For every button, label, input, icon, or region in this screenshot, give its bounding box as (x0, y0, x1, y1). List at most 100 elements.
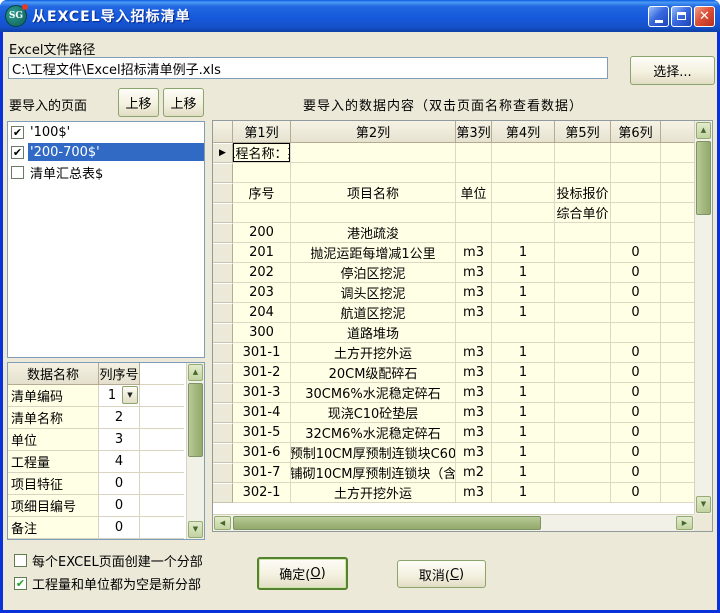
grid-cell[interactable] (555, 443, 611, 463)
mapping-field-name[interactable]: 清单编码 (8, 385, 99, 407)
sheet-name[interactable]: 清单汇总表$ (28, 163, 204, 181)
grid-cell[interactable] (555, 403, 611, 423)
row-selector[interactable] (213, 223, 233, 243)
grid-cell[interactable]: m3 (456, 383, 492, 403)
grid-cell[interactable] (291, 163, 456, 183)
grid-cell[interactable] (492, 203, 555, 223)
checkbox-icon[interactable] (11, 166, 24, 179)
file-path-input[interactable] (8, 57, 608, 79)
grid-cell[interactable] (492, 163, 555, 183)
grid-cell[interactable]: 1 (492, 443, 555, 463)
row-selector[interactable] (213, 383, 233, 403)
grid-cell[interactable]: 土方开挖外运 (291, 483, 456, 503)
grid-cell[interactable]: 1 (492, 463, 555, 483)
grid-cell[interactable]: m3 (456, 363, 492, 383)
grid-header-col6[interactable]: 第6列 (611, 121, 661, 143)
grid-cell[interactable]: 1 (492, 243, 555, 263)
sheet-listbox[interactable]: ✔'100$'✔'200-700$'清单汇总表$ (7, 121, 205, 358)
minimize-button[interactable] (648, 6, 669, 27)
grid-cell[interactable]: 201 (233, 243, 291, 263)
grid-cell[interactable]: 港池疏浚 (291, 223, 456, 243)
grid-cell[interactable] (555, 243, 611, 263)
checkbox-icon[interactable]: ✔ (11, 126, 24, 139)
scroll-up-button[interactable]: ▲ (188, 364, 203, 381)
scroll-right-button[interactable]: ▶ (676, 516, 693, 530)
grid-cell[interactable]: 铺砌10CM厚预制连锁块（含 (291, 463, 456, 483)
grid-cell[interactable]: 工程名称：某 (233, 143, 291, 163)
grid-cell[interactable]: 200 (233, 223, 291, 243)
grid-cell[interactable]: 0 (611, 303, 661, 323)
grid-cell[interactable]: 1 (492, 483, 555, 503)
grid-header-col5[interactable]: 第5列 (555, 121, 611, 143)
grid-cell[interactable] (555, 343, 611, 363)
scrollbar-thumb[interactable] (188, 383, 203, 457)
mapping-field-name[interactable]: 单位 (8, 429, 99, 451)
row-selector[interactable] (213, 423, 233, 443)
maximize-button[interactable] (671, 6, 692, 27)
grid-cell[interactable] (611, 163, 661, 183)
grid-cell[interactable]: 204 (233, 303, 291, 323)
grid-cell[interactable]: 0 (611, 343, 661, 363)
grid-cell[interactable]: 道路堆场 (291, 323, 456, 343)
grid-cell[interactable]: m3 (456, 283, 492, 303)
ok-button[interactable]: 确定(O) (257, 557, 348, 590)
grid-cell[interactable] (233, 203, 291, 223)
grid-header-col1[interactable]: 第1列 (233, 121, 291, 143)
grid-cell[interactable]: 1 (492, 403, 555, 423)
grid-cell[interactable] (456, 203, 492, 223)
grid-cell[interactable]: m3 (456, 303, 492, 323)
cancel-button[interactable]: 取消(C) (397, 560, 486, 588)
grid-cell[interactable] (492, 183, 555, 203)
grid-cell[interactable]: 现浇C10砼垫层 (291, 403, 456, 423)
checkbox-icon[interactable]: ✔ (14, 577, 27, 590)
grid-cell[interactable]: 投标报价 (555, 183, 611, 203)
grid-cell[interactable] (555, 283, 611, 303)
grid-cell[interactable]: m3 (456, 243, 492, 263)
grid-cell[interactable]: 0 (611, 363, 661, 383)
grid-cell[interactable] (555, 423, 611, 443)
grid-cell[interactable] (611, 143, 661, 163)
grid-cell[interactable]: 序号 (233, 183, 291, 203)
sheet-name[interactable]: '200-700$' (28, 143, 204, 161)
grid-cell[interactable]: m3 (456, 343, 492, 363)
grid-cell[interactable] (492, 143, 555, 163)
grid-cell[interactable] (291, 143, 456, 163)
scroll-down-button[interactable]: ▼ (188, 521, 203, 538)
grid-cell[interactable] (611, 183, 661, 203)
scroll-left-button[interactable]: ◀ (214, 516, 231, 530)
mapping-column-number[interactable]: 4 (99, 451, 140, 473)
grid-cell[interactable] (233, 163, 291, 183)
grid-cell[interactable]: 20CM级配碎石 (291, 363, 456, 383)
grid-cell[interactable] (611, 323, 661, 343)
row-selector[interactable] (213, 443, 233, 463)
mapping-field-name[interactable]: 清单名称 (8, 407, 99, 429)
mapping-column-number[interactable]: 0 (99, 517, 140, 539)
row-selector[interactable] (213, 323, 233, 343)
grid-cell[interactable]: 301-4 (233, 403, 291, 423)
grid-cell[interactable]: 301-6 (233, 443, 291, 463)
mapping-column-number[interactable]: 0 (99, 473, 140, 495)
empty-qty-new-section-checkbox[interactable]: ✔ 工程量和单位都为空是新分部 (11, 574, 201, 593)
grid-cell[interactable]: 抛泥运距每增减1公里 (291, 243, 456, 263)
row-selector[interactable] (213, 483, 233, 503)
row-selector[interactable] (213, 203, 233, 223)
grid-cell[interactable]: 停泊区挖泥 (291, 263, 456, 283)
mapping-field-name[interactable]: 工程量 (8, 451, 99, 473)
checkbox-icon[interactable]: ✔ (11, 146, 24, 159)
grid-cell[interactable]: 调头区挖泥 (291, 283, 456, 303)
sheet-list-item[interactable]: ✔ '200-700$' (8, 142, 204, 162)
row-selector[interactable] (213, 303, 233, 323)
row-selector[interactable] (213, 463, 233, 483)
grid-cell[interactable] (291, 203, 456, 223)
grid-cell[interactable] (555, 143, 611, 163)
row-selector[interactable] (213, 263, 233, 283)
grid-cell[interactable] (456, 323, 492, 343)
move-up-button-1[interactable]: 上移 (118, 88, 159, 117)
grid-cell[interactable]: 0 (611, 263, 661, 283)
grid-cell[interactable] (611, 203, 661, 223)
grid-cell[interactable]: 0 (611, 283, 661, 303)
grid-cell[interactable]: m3 (456, 423, 492, 443)
mapping-field-name[interactable]: 项细目编号 (8, 495, 99, 517)
grid-cell[interactable]: 1 (492, 363, 555, 383)
grid-cell[interactable] (555, 383, 611, 403)
